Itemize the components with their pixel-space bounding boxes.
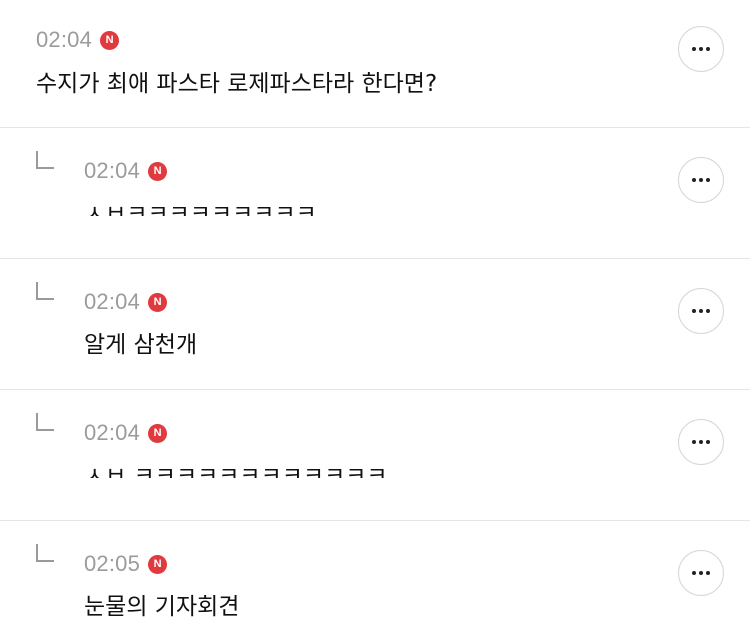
more-options-button[interactable] (678, 26, 724, 72)
comment-text: 알게 삼천개 (84, 332, 198, 358)
more-options-button[interactable] (678, 288, 724, 334)
more-options-icon (692, 309, 710, 313)
reply-item: 02:05 N 눈물의 기자회견 (0, 521, 750, 636)
reply-arrow-icon (36, 544, 54, 562)
comment-text: 눈물의 기자회견 (84, 594, 240, 620)
new-badge-icon: N (148, 292, 168, 312)
more-options-button[interactable] (678, 157, 724, 203)
comment-meta: 02:05 N (84, 551, 168, 577)
comment-text: ㅅㅂ ㅋㅋㅋㅋㅋㅋㅋㅋㅋㅋㅋㅋ (84, 463, 388, 478)
more-options-icon (692, 178, 710, 182)
comment-item: 02:04 N 수지가 최애 파스타 로제파스타라 한다면? (0, 0, 750, 128)
more-options-icon (692, 440, 710, 444)
comment-time: 02:04 (84, 420, 141, 445)
more-options-icon (692, 571, 710, 575)
new-badge-icon: N (148, 423, 168, 443)
new-badge-icon: N (148, 554, 168, 574)
reply-arrow-icon (36, 282, 54, 300)
reply-arrow-icon (36, 151, 54, 169)
comment-time: 02:05 (84, 551, 141, 576)
comment-time: 02:04 (84, 289, 141, 314)
comment-meta: 02:04 N (84, 289, 168, 315)
comment-meta: 02:04 N (84, 158, 168, 184)
more-options-button[interactable] (678, 419, 724, 465)
more-options-icon (692, 47, 710, 51)
new-badge-icon: N (100, 30, 120, 50)
reply-item: 02:04 N 알게 삼천개 (0, 259, 750, 390)
comment-text: ㅅㅂㅋㅋㅋㅋㅋㅋㅋㅋㅋ (84, 201, 317, 216)
comment-meta: 02:04 N (84, 420, 168, 446)
more-options-button[interactable] (678, 550, 724, 596)
reply-item: 02:04 N ㅅㅂ ㅋㅋㅋㅋㅋㅋㅋㅋㅋㅋㅋㅋ (0, 390, 750, 521)
comment-time: 02:04 (36, 27, 93, 52)
reply-item: 02:04 N ㅅㅂㅋㅋㅋㅋㅋㅋㅋㅋㅋ (0, 128, 750, 259)
new-badge-icon: N (148, 161, 168, 181)
comment-time: 02:04 (84, 158, 141, 183)
comment-meta: 02:04 N (36, 27, 120, 53)
reply-arrow-icon (36, 413, 54, 431)
comment-text: 수지가 최애 파스타 로제파스타라 한다면? (36, 71, 438, 97)
